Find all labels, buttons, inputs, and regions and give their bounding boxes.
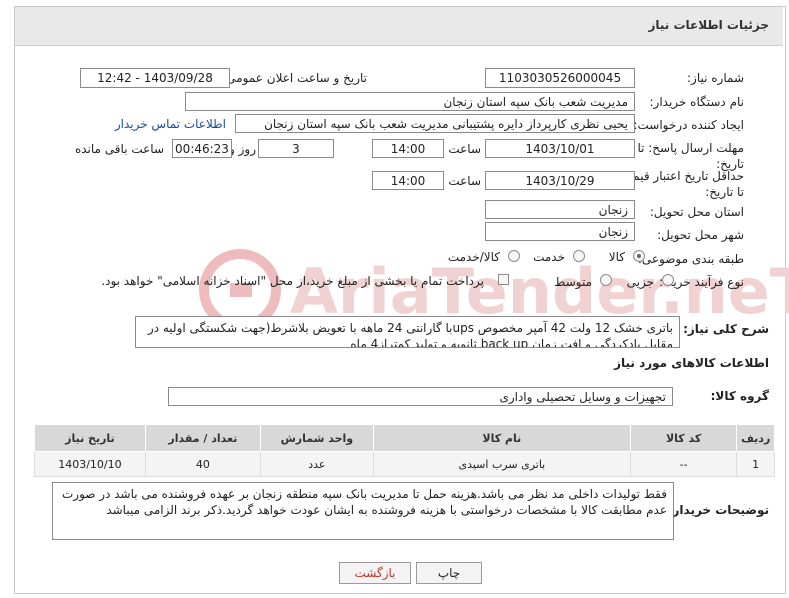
need-number-field: 1103030526000045 — [485, 68, 635, 88]
col-quantity: تعداد / مقدار — [144, 424, 261, 452]
announce-field: 1403/09/28 - 12:42 — [80, 68, 230, 88]
city-field: زنجان — [485, 222, 635, 241]
purchase-option-medium: متوسط — [554, 275, 592, 289]
days-field: 3 — [258, 139, 334, 158]
col-row: ردیف — [736, 424, 775, 452]
panel-header: جزئیات اطلاعات نیاز — [15, 7, 783, 46]
need-number-label: شماره نیاز: — [687, 71, 744, 85]
creator-field: یحیی نظری کارپرداز دایره پشتیبانی مدیریت… — [235, 114, 635, 133]
province-label: استان محل تحویل: — [649, 205, 744, 219]
category-radio-goods[interactable] — [633, 250, 645, 262]
buyer-notes-label: توضیحات خریدار: — [667, 503, 769, 517]
category-label: طبقه بندی موضوعی: — [637, 252, 744, 266]
buyer-org-label: نام دستگاه خریدار: — [649, 95, 745, 109]
price-valid-time-field: 14:00 — [372, 171, 444, 190]
cell-quantity: 40 — [144, 451, 261, 477]
table-row: 1 -- باتری سرب اسیدی عدد 40 1403/10/10 — [34, 451, 775, 477]
cell-name: باتری سرب اسیدی — [372, 451, 631, 477]
description-textarea: باتری خشک 12 ولت 42 آمپر مخصوص upsبا گار… — [135, 316, 680, 348]
back-button[interactable]: بازگشت — [339, 562, 411, 584]
purchase-option-minor: جزیی — [626, 275, 654, 289]
cell-need-date: 1403/10/10 — [34, 451, 146, 477]
goods-section-title: اطلاعات کالاهای مورد نیاز — [614, 356, 769, 370]
goods-table: ردیف کد کالا نام کالا واحد شمارش تعداد /… — [34, 424, 775, 477]
remaining-label: ساعت باقی مانده — [74, 142, 164, 156]
col-code: کد کالا — [629, 424, 738, 452]
print-button[interactable]: چاپ — [416, 562, 482, 584]
price-valid-date-field: 1403/10/29 — [485, 171, 635, 190]
category-radio-service[interactable] — [573, 250, 585, 262]
category-radio-goods-service[interactable] — [508, 250, 520, 262]
category-option-goods: کالا — [608, 250, 625, 264]
cell-unit: عدد — [259, 451, 374, 477]
treasury-payment-checkbox[interactable] — [498, 274, 509, 285]
deadline-date-field: 1403/10/01 — [485, 139, 635, 158]
cell-code: -- — [629, 451, 738, 477]
buyer-notes-textarea: فقط تولیدات داخلی مد نظر می باشد.هزینه ح… — [52, 482, 674, 540]
announce-label: تاریخ و ساعت اعلان عمومی: — [222, 71, 367, 85]
creator-label: ایجاد کننده درخواست: — [633, 118, 744, 132]
payment-note: پرداخت تمام یا بخشی از مبلغ خرید،از محل … — [101, 274, 484, 288]
remaining-time-field: 00:46:23 — [172, 139, 232, 158]
category-option-service: خدمت — [533, 250, 565, 264]
cell-row: 1 — [736, 451, 775, 477]
province-field: زنجان — [485, 200, 635, 219]
col-unit: واحد شمارش — [259, 424, 374, 452]
deadline-time-label: ساعت — [448, 142, 481, 156]
description-label: شرح کلی نیاز: — [683, 322, 769, 336]
city-label: شهر محل تحویل: — [657, 228, 744, 242]
page-title: جزئیات اطلاعات نیاز — [648, 18, 769, 32]
table-header-row: ردیف کد کالا نام کالا واحد شمارش تعداد /… — [34, 424, 775, 452]
price-valid-time-label: ساعت — [448, 174, 481, 188]
deadline-time-field: 14:00 — [372, 139, 444, 158]
category-option-goods-service: کالا/خدمت — [447, 250, 500, 264]
days-label: روز و — [229, 142, 256, 156]
col-need-date: تاریخ نیاز — [34, 424, 146, 452]
col-name: نام کالا — [372, 424, 631, 452]
goods-group-label: گروه کالا: — [710, 389, 769, 403]
purchase-radio-medium[interactable] — [600, 274, 612, 286]
purchase-radio-minor[interactable] — [662, 274, 674, 286]
contact-info-link[interactable]: اطلاعات تماس خریدار — [115, 117, 226, 131]
goods-group-field: تجهیزات و وسایل تحصیلی واداری — [168, 387, 673, 406]
buyer-org-field: مدیریت شعب بانک سپه استان زنجان — [185, 92, 635, 111]
